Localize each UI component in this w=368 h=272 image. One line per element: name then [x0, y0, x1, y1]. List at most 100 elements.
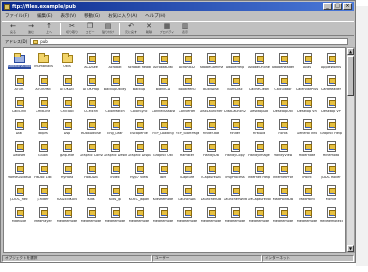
file-item[interactable]: Backup: [127, 73, 151, 95]
file-item[interactable]: ColorSync: [127, 95, 151, 117]
file-item[interactable]: MadPoint: [295, 183, 319, 205]
file-item[interactable]: BackupUtility: [103, 73, 127, 95]
vertical-scrollbar[interactable]: ▲ ▼: [346, 47, 355, 253]
close-button[interactable]: ×: [343, 3, 352, 10]
file-item[interactable]: HandyImage: [247, 139, 271, 161]
file-item[interactable]: Hinemoto: [319, 139, 343, 161]
file-item[interactable]: CacheClean: [247, 73, 271, 95]
file-item[interactable]: McFile: [319, 183, 343, 205]
menu-view[interactable]: 表示(V): [60, 13, 76, 19]
file-item[interactable]: Alias: [295, 51, 319, 73]
file-item[interactable]: Graphic Help: [319, 117, 343, 139]
file-item[interactable]: AppleWorks: [319, 51, 343, 73]
title-bar[interactable]: ftp://files.example/pub _ □ ×: [2, 2, 354, 11]
file-item[interactable]: DiskLauncher: [199, 95, 223, 117]
file-item[interactable]: J-Rider: [31, 183, 55, 205]
file-item[interactable]: ATOKProp: [79, 73, 103, 95]
delete-button[interactable]: ✕ 削除: [142, 23, 156, 35]
file-item[interactable]: Hamster: [175, 139, 199, 161]
file-item[interactable]: EscapeFile: [127, 117, 151, 139]
file-item[interactable]: CCMEnh: [79, 95, 103, 117]
file-item[interactable]: FEP_StartPage: [175, 117, 199, 139]
file-item[interactable]: BurnDisc: [223, 73, 247, 95]
file-item[interactable]: Graphic Converter: [79, 139, 103, 161]
file-item[interactable]: LaunchDB: [175, 183, 199, 205]
file-item[interactable]: MedRemote: [151, 205, 175, 227]
file-item[interactable]: JDDC Roller: [319, 161, 343, 183]
file-item[interactable]: CalendarPlus: [295, 73, 319, 95]
file-item[interactable]: AdditionalTools: [7, 51, 31, 73]
scroll-thumb[interactable]: [347, 56, 354, 96]
file-item[interactable]: Kids_Jp: [103, 183, 127, 205]
file-item[interactable]: CalcLink: [7, 95, 31, 117]
file-item[interactable]: LauncherWidth: [223, 183, 247, 205]
file-item[interactable]: BootMenu: [175, 73, 199, 95]
properties-button[interactable]: ▦ プロパティ: [160, 23, 175, 35]
file-item[interactable]: ImgProcess: [223, 161, 247, 183]
file-item[interactable]: HandyView: [271, 139, 295, 161]
file-item[interactable]: MedRemote: [103, 205, 127, 227]
file-item[interactable]: MedRemote: [175, 205, 199, 227]
scroll-up-button[interactable]: ▲: [347, 48, 354, 55]
file-item[interactable]: dbprs: [31, 117, 55, 139]
file-item[interactable]: Hyp7 View: [127, 161, 151, 183]
scroll-down-button[interactable]: ▼: [347, 245, 354, 252]
file-item[interactable]: Finder: [223, 117, 247, 139]
file-item[interactable]: InternetProf: [271, 161, 295, 183]
address-input[interactable]: pub: [30, 38, 348, 45]
file-item[interactable]: Kids: [79, 183, 103, 205]
file-item[interactable]: BlankCD: [151, 73, 175, 95]
file-item[interactable]: MedRemote: [55, 205, 79, 227]
file-item[interactable]: Converter: [175, 95, 199, 117]
file-item[interactable]: Acrobat Reader: [127, 51, 151, 73]
file-item[interactable]: CnvTool: [55, 95, 79, 117]
file-item[interactable]: ColorMatch: [103, 95, 127, 117]
file-item[interactable]: General Info: [295, 117, 319, 139]
file-item[interactable]: Gluon: [31, 139, 55, 161]
file-item[interactable]: gzip.exe: [55, 139, 79, 161]
file-item[interactable]: AcrobatDist: [151, 51, 175, 73]
file-item[interactable]: iCapture: [175, 161, 199, 183]
file-item[interactable]: Graphic Display: [127, 139, 151, 161]
file-item[interactable]: MedRemote: [127, 205, 151, 227]
file-item[interactable]: ACDSee: [79, 51, 103, 73]
file-item[interactable]: HtDoc List: [31, 161, 55, 183]
file-item[interactable]: CardReader: [319, 73, 343, 95]
file-item[interactable]: AdobeReader: [271, 51, 295, 73]
file-item[interactable]: MedRemote: [247, 205, 271, 227]
file-item[interactable]: ATOK: [7, 73, 31, 95]
file-item[interactable]: Acrobat: [103, 51, 127, 73]
file-item[interactable]: AdobeOnline: [247, 51, 271, 73]
cut-button[interactable]: ✂ 切り取り: [65, 23, 79, 35]
file-item[interactable]: BuildDisk: [199, 73, 223, 95]
file-item[interactable]: DesktopUtil: [271, 95, 295, 117]
file-item[interactable]: MedRemote: [79, 205, 103, 227]
file-item[interactable]: Graphic Desktop: [103, 139, 127, 161]
file-item[interactable]: Fonts: [271, 117, 295, 139]
file-item[interactable]: HomeGuideDB: [7, 161, 31, 183]
file-item[interactable]: Desktop VP: [319, 95, 343, 117]
file-list-pane[interactable]: AdditionalTools Thumbnails Utils ACDSee Acro…: [3, 47, 346, 253]
file-item[interactable]: CmdLine: [31, 95, 55, 117]
file-item[interactable]: HandyDB: [199, 139, 223, 161]
menu-help[interactable]: ヘルプ(H): [145, 13, 165, 19]
menu-file[interactable]: ファイル(F): [5, 13, 29, 19]
file-item[interactable]: MedRemote: [223, 205, 247, 227]
copy-button[interactable]: ❐ コピー: [83, 23, 97, 35]
file-item[interactable]: Index: [103, 161, 127, 183]
menu-go[interactable]: 移動(G): [84, 13, 100, 19]
file-item[interactable]: DesktopDB: [247, 95, 271, 117]
file-item[interactable]: Eng_Lear: [103, 117, 127, 139]
file-item[interactable]: HyHost: [55, 161, 79, 183]
file-item[interactable]: MedRemoteEx: [319, 205, 343, 227]
file-item[interactable]: MedRemote: [295, 205, 319, 227]
file-item[interactable]: KidsRemote: [151, 183, 175, 205]
file-item[interactable]: J-DOC_Rec: [7, 183, 31, 205]
menu-favorites[interactable]: お気に入り(A): [108, 13, 137, 19]
file-item[interactable]: Internet Help: [247, 161, 271, 183]
file-item[interactable]: MedRemote: [271, 205, 295, 227]
file-item[interactable]: LMCaptureVol: [247, 183, 271, 205]
back-button[interactable]: ← 戻る: [6, 23, 20, 35]
file-item[interactable]: Calculator: [271, 73, 295, 95]
file-item[interactable]: iPoint: [295, 161, 319, 183]
